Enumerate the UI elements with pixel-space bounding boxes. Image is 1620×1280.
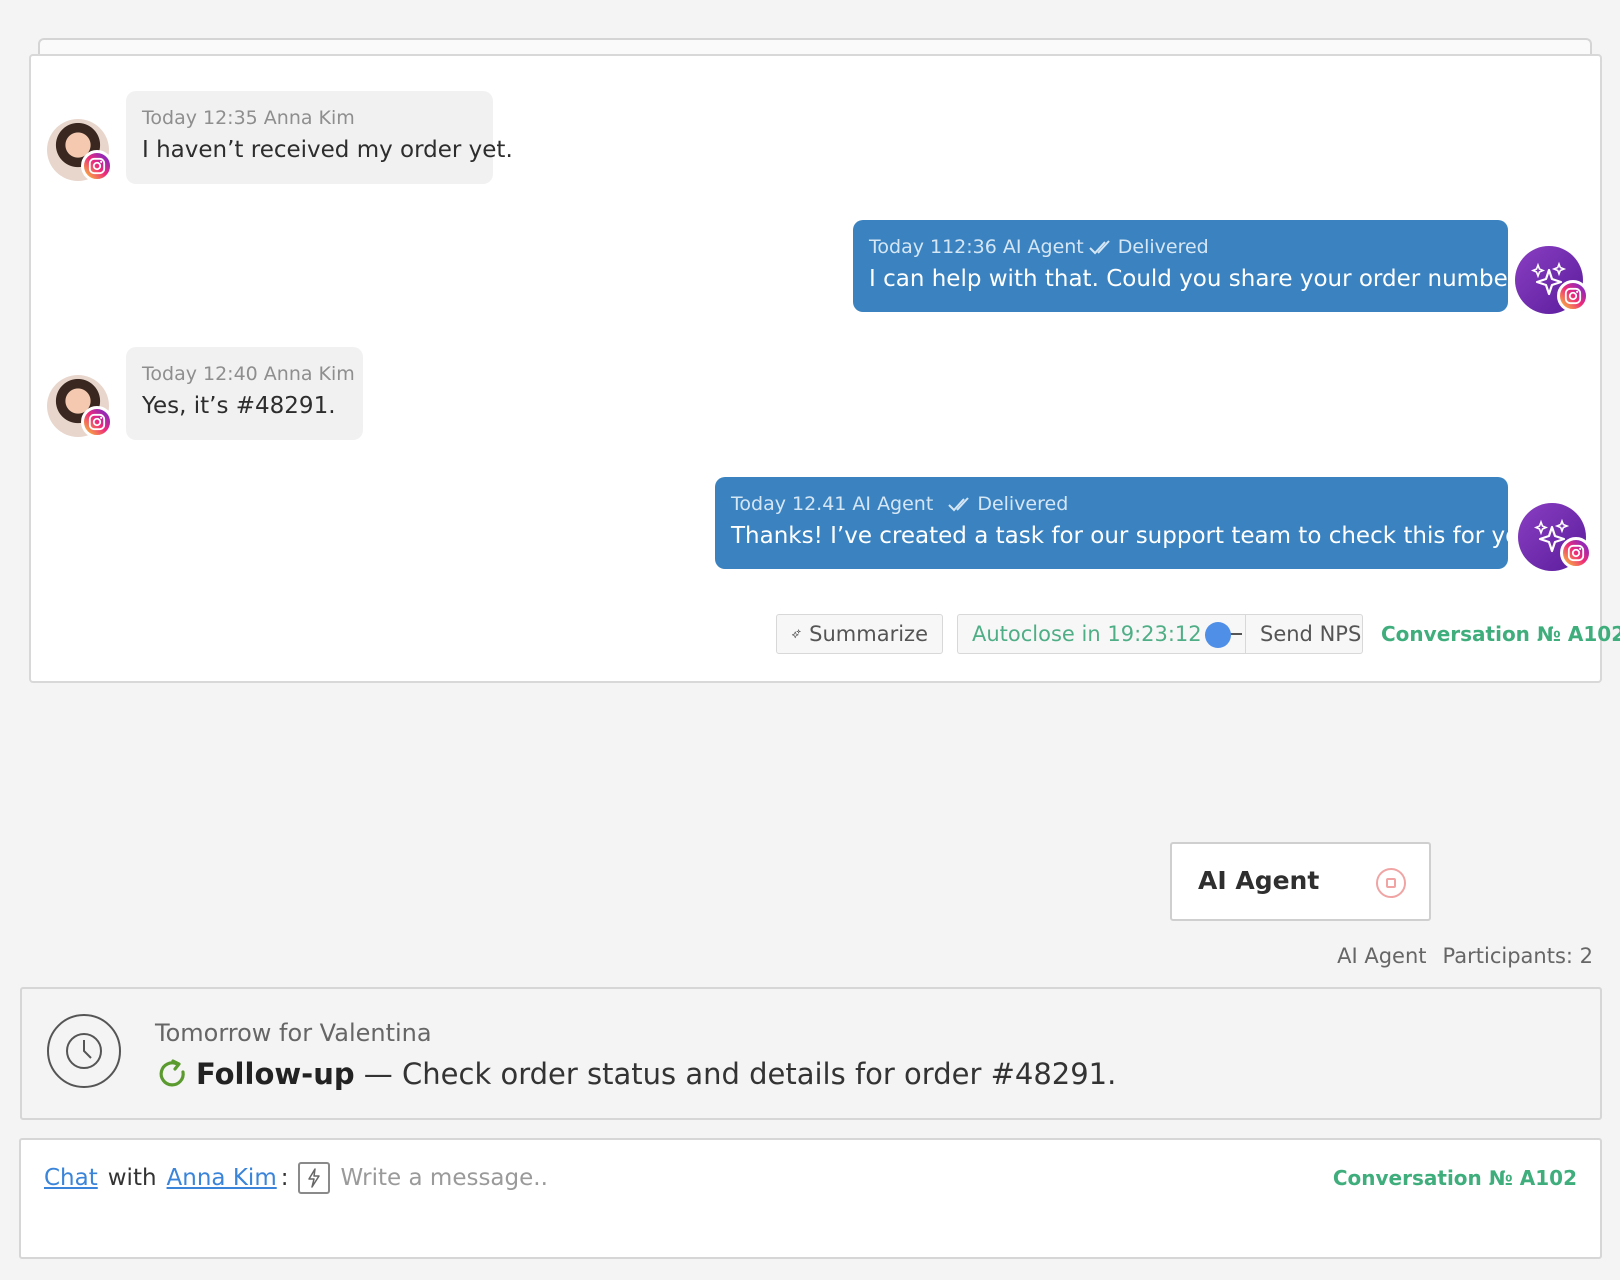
conversation-toolbar: Summarize Autoclose in 19:23:12 Send NPS… — [776, 614, 1620, 654]
summarize-button[interactable]: Summarize — [776, 614, 943, 654]
message-meta: Today 112:36 AI Agent Delivered — [869, 234, 1492, 260]
send-nps-button[interactable]: Send NPS — [1245, 614, 1363, 654]
sparkles-icon — [791, 628, 802, 639]
message-bubble-outgoing: Today 12.41 AI Agent Delivered Thanks! I’… — [715, 477, 1542, 569]
double-check-icon — [948, 497, 970, 512]
compose-line: Chat with Anna Kim : — [44, 1162, 941, 1194]
refresh-icon — [159, 1059, 185, 1087]
instagram-icon — [81, 406, 113, 438]
message-meta: Today 12:35 Anna Kim — [142, 107, 355, 129]
conversation-number[interactable]: Conversation № A102 — [1333, 1166, 1577, 1190]
autoclose-toggle[interactable] — [1205, 622, 1242, 648]
task-text: — Check order status and details for ord… — [354, 1057, 1117, 1091]
participants-count[interactable]: Participants: 2 — [1443, 944, 1593, 968]
instagram-icon — [1557, 280, 1589, 312]
clock-icon — [47, 1014, 121, 1088]
chat-link[interactable]: Chat — [44, 1165, 98, 1191]
autoclose-control: Autoclose in 19:23:12 — [957, 614, 1245, 654]
message-text: Yes, it’s #48291. — [142, 393, 336, 419]
participants-info: AI Agent Participants: 2 — [1337, 944, 1593, 968]
contact-link[interactable]: Anna Kim — [167, 1165, 277, 1191]
message-bubble-incoming: Today 12:35 Anna Kim I haven’t received … — [126, 91, 513, 184]
conversation-number[interactable]: Conversation № A102 — [1381, 622, 1620, 646]
compose-panel: Chat with Anna Kim : Conversation № A102 — [19, 1138, 1602, 1259]
ai-agent-label: AI Agent — [1198, 866, 1320, 895]
stop-icon[interactable] — [1376, 868, 1406, 898]
message-time-author: Today 112:36 AI Agent — [869, 236, 1084, 258]
summarize-label: Summarize — [809, 622, 928, 646]
task-panel: Tomorrow for Valentina Follow-up — Check… — [20, 987, 1602, 1120]
delivery-status: Delivered — [1117, 236, 1209, 258]
compose-with: with — [107, 1165, 157, 1191]
message-bubble-outgoing: Today 112:36 AI Agent Delivered I can hel… — [853, 220, 1530, 312]
task-schedule: Tomorrow for Valentina — [155, 1019, 432, 1047]
lightning-icon — [308, 1168, 321, 1188]
instagram-icon — [1560, 537, 1592, 569]
task-description[interactable]: Follow-up — Check order status and detai… — [158, 1057, 1116, 1091]
double-check-icon — [1089, 240, 1110, 255]
message-text: Thanks! I’ve created a task for our supp… — [731, 523, 1542, 549]
task-type: Follow-up — [196, 1057, 355, 1091]
instagram-icon — [81, 150, 113, 182]
ai-agent-panel: AI Agent — [1170, 842, 1431, 921]
chat-panel: Today 12:35 Anna Kim I haven’t received … — [29, 54, 1602, 683]
message-input[interactable] — [340, 1165, 941, 1191]
autoclose-label: Autoclose in 19:23:12 — [972, 622, 1202, 646]
message-meta: Today 12:40 Anna Kim — [142, 363, 355, 385]
delivery-status: Delivered — [977, 493, 1069, 515]
message-meta: Today 12.41 AI Agent Delivered — [731, 491, 1492, 517]
send-nps-label: Send NPS — [1260, 622, 1362, 646]
compose-colon: : — [280, 1165, 289, 1191]
message-text: I can help with that. Could you share yo… — [869, 266, 1530, 292]
participant-agent: AI Agent — [1337, 944, 1427, 968]
message-time-author: Today 12.41 AI Agent — [731, 493, 934, 515]
quick-reply-button[interactable] — [298, 1162, 331, 1194]
message-text: I haven’t received my order yet. — [142, 137, 513, 163]
message-bubble-incoming: Today 12:40 Anna Kim Yes, it’s #48291. — [126, 347, 363, 440]
